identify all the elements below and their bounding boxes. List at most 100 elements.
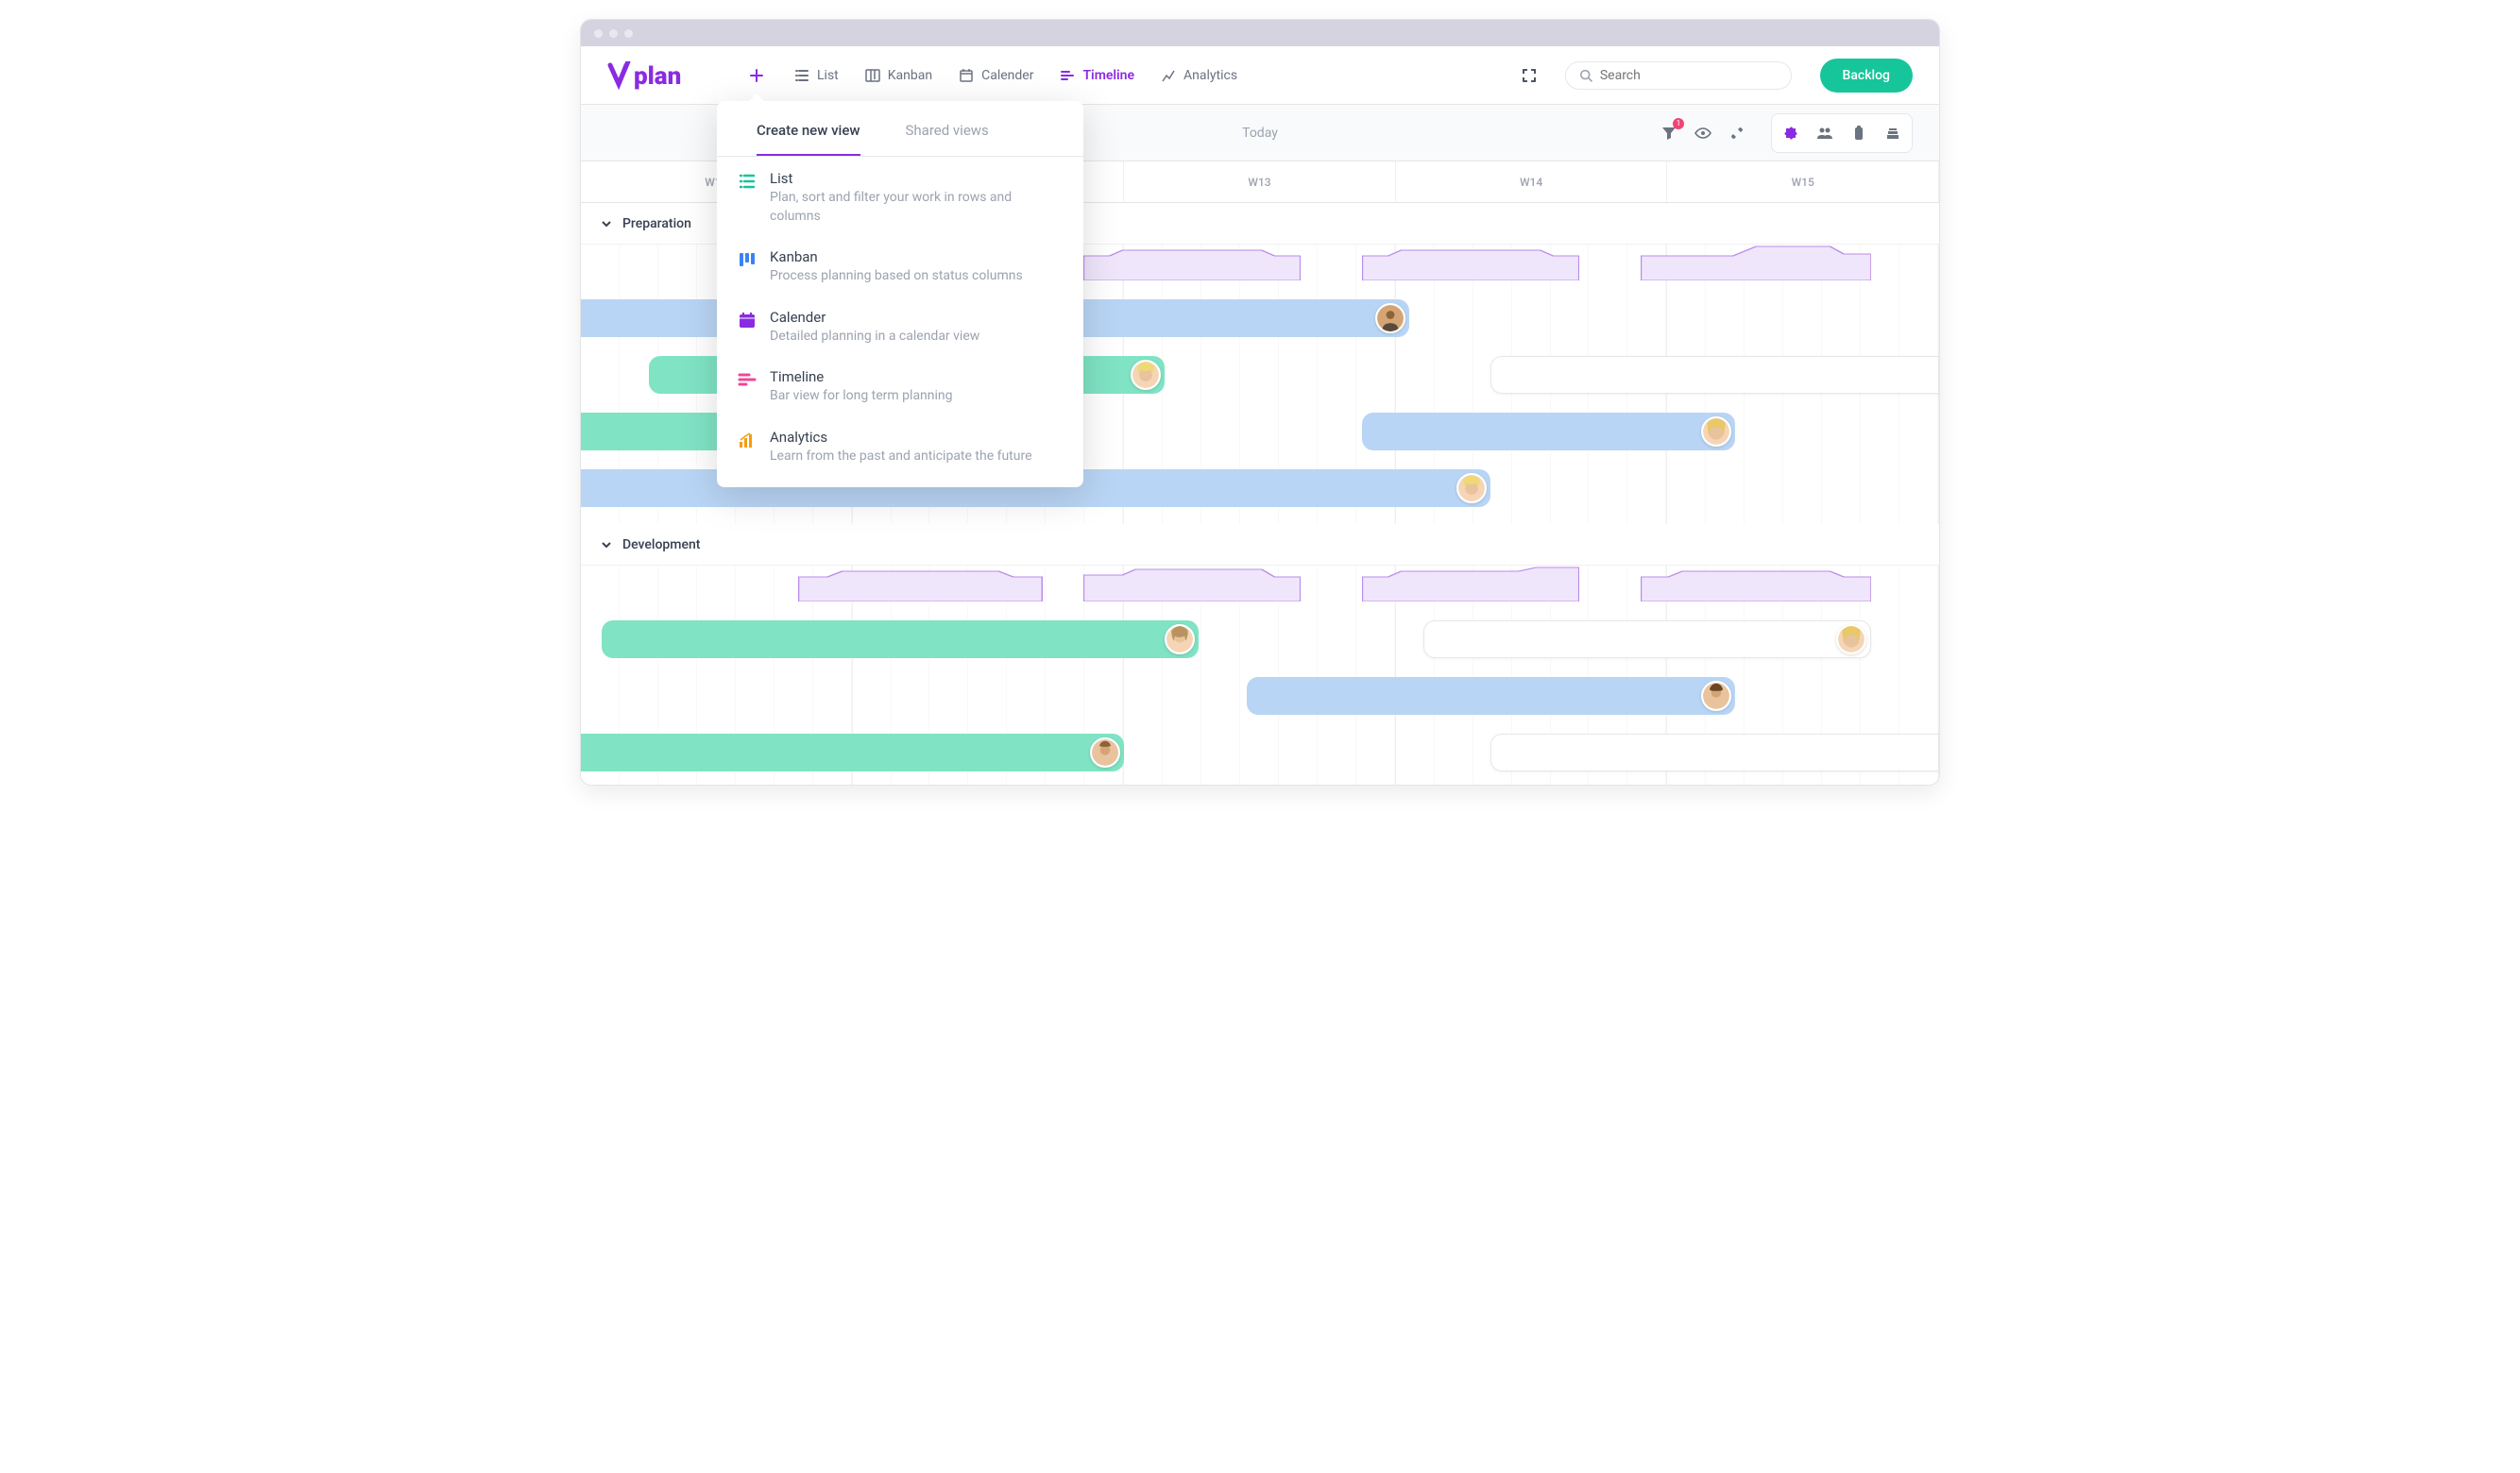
view-tab-list[interactable]: List <box>794 62 839 89</box>
dropdown-tab-shared[interactable]: Shared views <box>906 101 989 156</box>
battery-icon <box>1853 126 1864 141</box>
dropdown-item-title: Kanban <box>770 248 1023 265</box>
calendar-icon <box>959 68 974 83</box>
plugin-button[interactable] <box>1774 116 1808 150</box>
dropdown-item-desc: Learn from the past and anticipate the f… <box>770 448 1032 466</box>
eye-icon <box>1694 125 1711 142</box>
kanban-icon <box>865 68 880 83</box>
avatar <box>1090 737 1120 768</box>
dropdown-item-timeline[interactable]: Timeline Bar view for long term planning <box>717 355 1083 415</box>
task-bar[interactable] <box>1423 620 1872 658</box>
view-tab-analytics[interactable]: Analytics <box>1161 62 1237 89</box>
week-column: W14 <box>1396 161 1668 202</box>
list-icon <box>794 68 809 83</box>
dropdown-item-desc: Process planning based on status columns <box>770 267 1023 286</box>
capacity-chart <box>1641 566 1871 601</box>
toolbar-icons: 1 <box>1652 113 1913 153</box>
dropdown-item-title: List <box>770 170 1063 187</box>
view-tab-label: List <box>817 68 839 83</box>
stack-icon <box>1885 126 1900 141</box>
dropdown-item-title: Analytics <box>770 429 1032 446</box>
task-bar[interactable] <box>581 734 1124 771</box>
dropdown-item-kanban[interactable]: Kanban Process planning based on status c… <box>717 235 1083 296</box>
dropdown-item-title: Timeline <box>770 368 953 385</box>
top-navigation: plan List Kanban Calender Timeline <box>581 46 1939 105</box>
team-button[interactable] <box>1808 116 1842 150</box>
avatar <box>1131 360 1161 390</box>
capacity-chart <box>798 566 1043 601</box>
chevron-down-icon <box>600 538 613 551</box>
app-window: plan List Kanban Calender Timeline <box>580 19 1940 786</box>
chevron-down-icon <box>600 217 613 230</box>
section-bars-development <box>581 566 1939 785</box>
create-view-dropdown: Create new view Shared views List Plan, s… <box>717 101 1083 487</box>
dropdown-tabs: Create new view Shared views <box>717 101 1083 157</box>
search-box[interactable] <box>1565 61 1792 90</box>
task-bar[interactable] <box>1362 413 1735 450</box>
dropdown-item-desc: Plan, sort and filter your work in rows … <box>770 189 1063 226</box>
puzzle-icon <box>1783 126 1798 141</box>
section-header-development[interactable]: Development <box>581 524 1939 566</box>
task-bar[interactable] <box>1490 356 1939 394</box>
view-tabs: List Kanban Calender Timeline Analytics <box>794 62 1237 89</box>
view-tab-calendar[interactable]: Calender <box>959 62 1033 89</box>
window-control-maximize[interactable] <box>624 29 633 38</box>
dropdown-item-analytics[interactable]: Analytics Learn from the past and anticip… <box>717 415 1083 476</box>
kanban-icon <box>738 250 757 269</box>
window-control-close[interactable] <box>594 29 603 38</box>
settings-button[interactable] <box>1720 116 1754 150</box>
dropdown-tab-create[interactable]: Create new view <box>757 101 860 156</box>
list-icon <box>738 172 757 191</box>
avatar <box>1165 624 1195 654</box>
svg-text:plan: plan <box>634 62 681 90</box>
view-tab-label: Kanban <box>888 68 932 83</box>
expand-icon[interactable] <box>1522 68 1537 83</box>
section-label: Development <box>622 537 700 552</box>
logo: plan <box>607 61 707 90</box>
window-control-minimize[interactable] <box>609 29 618 38</box>
visibility-button[interactable] <box>1686 116 1720 150</box>
avatar <box>1375 303 1405 333</box>
dropdown-item-list[interactable]: List Plan, sort and filter your work in r… <box>717 157 1083 235</box>
today-label[interactable]: Today <box>1242 126 1278 141</box>
analytics-icon <box>738 431 757 449</box>
window-titlebar <box>581 20 1939 46</box>
view-tab-label: Analytics <box>1183 68 1237 83</box>
search-input[interactable] <box>1600 68 1778 83</box>
toolbar-group <box>1771 113 1913 153</box>
task-bar[interactable] <box>602 620 1200 658</box>
avatar <box>1456 473 1487 503</box>
dropdown-item-calendar[interactable]: Calender Detailed planning in a calendar … <box>717 296 1083 356</box>
task-bar[interactable] <box>1490 734 1939 771</box>
view-tab-kanban[interactable]: Kanban <box>865 62 932 89</box>
view-tab-label: Timeline <box>1082 68 1134 83</box>
dropdown-item-title: Calender <box>770 309 979 326</box>
capacity-chart <box>1362 566 1579 601</box>
capacity-chart <box>1083 566 1301 601</box>
timeline-icon <box>1060 68 1075 83</box>
avatar <box>1701 681 1731 711</box>
capacity-chart <box>1641 245 1871 280</box>
top-right-controls: Backlog <box>1522 59 1913 93</box>
avatar <box>1701 416 1731 447</box>
task-bar[interactable] <box>1247 677 1736 715</box>
dropdown-item-desc: Bar view for long term planning <box>770 387 953 406</box>
capacity-chart <box>1083 245 1301 280</box>
capacity-chart <box>1362 245 1579 280</box>
add-view-button[interactable] <box>741 60 772 91</box>
section-label: Preparation <box>622 216 691 231</box>
people-icon <box>1816 125 1833 142</box>
calendar-icon <box>738 311 757 330</box>
search-icon <box>1579 68 1592 83</box>
dropdown-item-desc: Detailed planning in a calendar view <box>770 328 979 347</box>
filter-button[interactable]: 1 <box>1652 116 1686 150</box>
timeline-icon <box>738 370 757 389</box>
archive-button[interactable] <box>1876 116 1910 150</box>
tools-icon <box>1729 126 1745 141</box>
avatar <box>1836 624 1866 654</box>
backlog-button[interactable]: Backlog <box>1820 59 1913 93</box>
analytics-icon <box>1161 68 1176 83</box>
resource-button[interactable] <box>1842 116 1876 150</box>
view-tab-timeline[interactable]: Timeline <box>1060 62 1134 89</box>
week-column: W15 <box>1667 161 1939 202</box>
